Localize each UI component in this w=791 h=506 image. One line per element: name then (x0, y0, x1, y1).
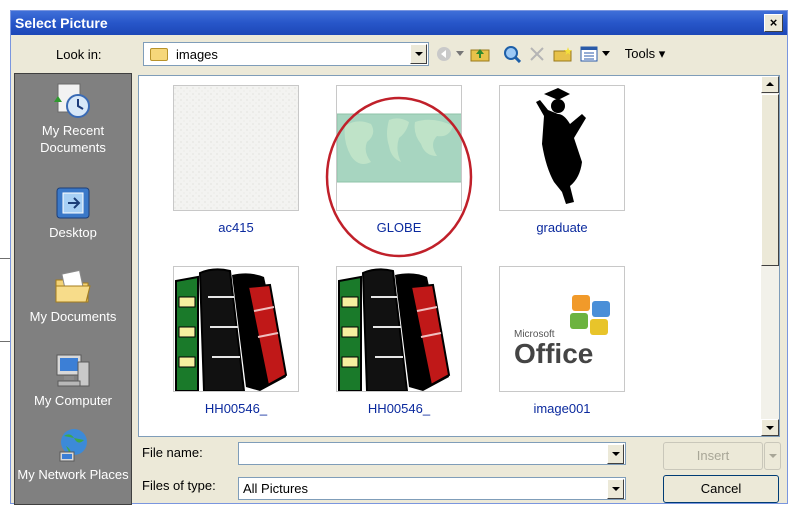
texture-image (174, 86, 298, 210)
dialog-title: Select Picture (15, 15, 108, 31)
look-in-dropdown[interactable]: images (143, 42, 429, 66)
scroll-up-button[interactable] (761, 76, 779, 93)
up-folder-icon (470, 49, 490, 62)
close-button[interactable]: × (764, 14, 783, 32)
place-label: My Documents (29, 309, 117, 324)
look-in-label: Look in: (56, 47, 102, 62)
books-image (338, 268, 451, 391)
file-name-field[interactable] (238, 442, 626, 465)
place-my-network-places[interactable]: My Network Places (15, 426, 131, 483)
chevron-down-icon[interactable] (607, 479, 624, 499)
insert-dropdown-button[interactable] (764, 442, 781, 470)
background-line (0, 341, 10, 342)
file-name-label: File name: (142, 445, 203, 460)
scroll-down-button[interactable] (761, 419, 779, 436)
tools-menu[interactable]: Tools ▾ (617, 44, 673, 64)
file-name[interactable]: image001 (499, 401, 625, 416)
desktop-icon (56, 187, 90, 219)
graduate-silhouette-image (536, 88, 586, 204)
back-button[interactable] (434, 44, 454, 64)
title-bar: Select Picture × (11, 11, 787, 35)
office-logo-image: Microsoft Office (514, 295, 610, 369)
file-name[interactable]: HH00546_ (173, 401, 299, 416)
places-bar: My Recent Documents Desktop My Documents… (14, 73, 132, 505)
vertical-scrollbar[interactable] (761, 76, 779, 436)
views-icon (580, 46, 598, 62)
place-my-computer[interactable]: My Computer (15, 352, 131, 409)
file-thumbnail-ac415[interactable] (173, 85, 299, 211)
chevron-down-icon[interactable] (410, 44, 427, 64)
place-label: My Computer (33, 393, 113, 408)
insert-button[interactable]: Insert (663, 442, 763, 470)
my-computer-icon (56, 354, 90, 387)
office-text: Office (514, 338, 593, 369)
views-button[interactable] (578, 44, 600, 64)
files-of-type-label: Files of type: (142, 478, 216, 493)
look-in-value: images (176, 47, 218, 62)
file-name[interactable]: ac415 (173, 220, 299, 235)
new-folder-icon (553, 47, 572, 62)
network-places-icon (59, 429, 87, 462)
file-thumbnail-hh00546-b[interactable] (336, 266, 462, 392)
highlight-circle (325, 96, 473, 258)
file-list: ac415 GLOBE graduate HH00546_ HH00546_ M… (138, 75, 780, 437)
chevron-down-icon[interactable] (607, 444, 624, 464)
file-thumbnail-hh00546-a[interactable] (173, 266, 299, 392)
books-image (175, 268, 288, 391)
files-of-type-dropdown[interactable]: All Pictures (238, 477, 626, 500)
files-of-type-value: All Pictures (243, 481, 309, 496)
place-label: My Network Places (17, 467, 129, 482)
file-name[interactable]: graduate (499, 220, 625, 235)
search-web-button[interactable] (501, 44, 523, 64)
place-desktop[interactable]: Desktop (15, 184, 131, 241)
file-thumbnail-graduate[interactable] (499, 85, 625, 211)
back-dropdown-icon[interactable] (455, 44, 465, 64)
up-folder-button[interactable] (469, 44, 491, 64)
views-dropdown-icon[interactable] (601, 44, 611, 64)
delete-icon (530, 47, 544, 61)
place-label: My Recent Documents (40, 123, 106, 155)
file-name[interactable]: HH00546_ (336, 401, 462, 416)
place-my-documents[interactable]: My Documents (15, 268, 131, 325)
scroll-thumb[interactable] (761, 94, 779, 266)
background-line (0, 258, 10, 259)
file-thumbnail-image001[interactable]: Microsoft Office (499, 266, 625, 392)
new-folder-button[interactable] (552, 44, 574, 64)
folder-icon (150, 48, 168, 61)
search-icon (504, 46, 521, 63)
place-label: Desktop (49, 225, 97, 240)
select-picture-dialog: Select Picture × Look in: images Tools ▾ (10, 10, 788, 505)
delete-button[interactable] (527, 44, 547, 64)
my-documents-icon (55, 269, 91, 303)
back-icon (437, 47, 451, 61)
place-my-recent-documents[interactable]: My Recent Documents (15, 82, 131, 156)
cancel-button[interactable]: Cancel (663, 475, 779, 503)
recent-documents-icon (54, 83, 90, 118)
